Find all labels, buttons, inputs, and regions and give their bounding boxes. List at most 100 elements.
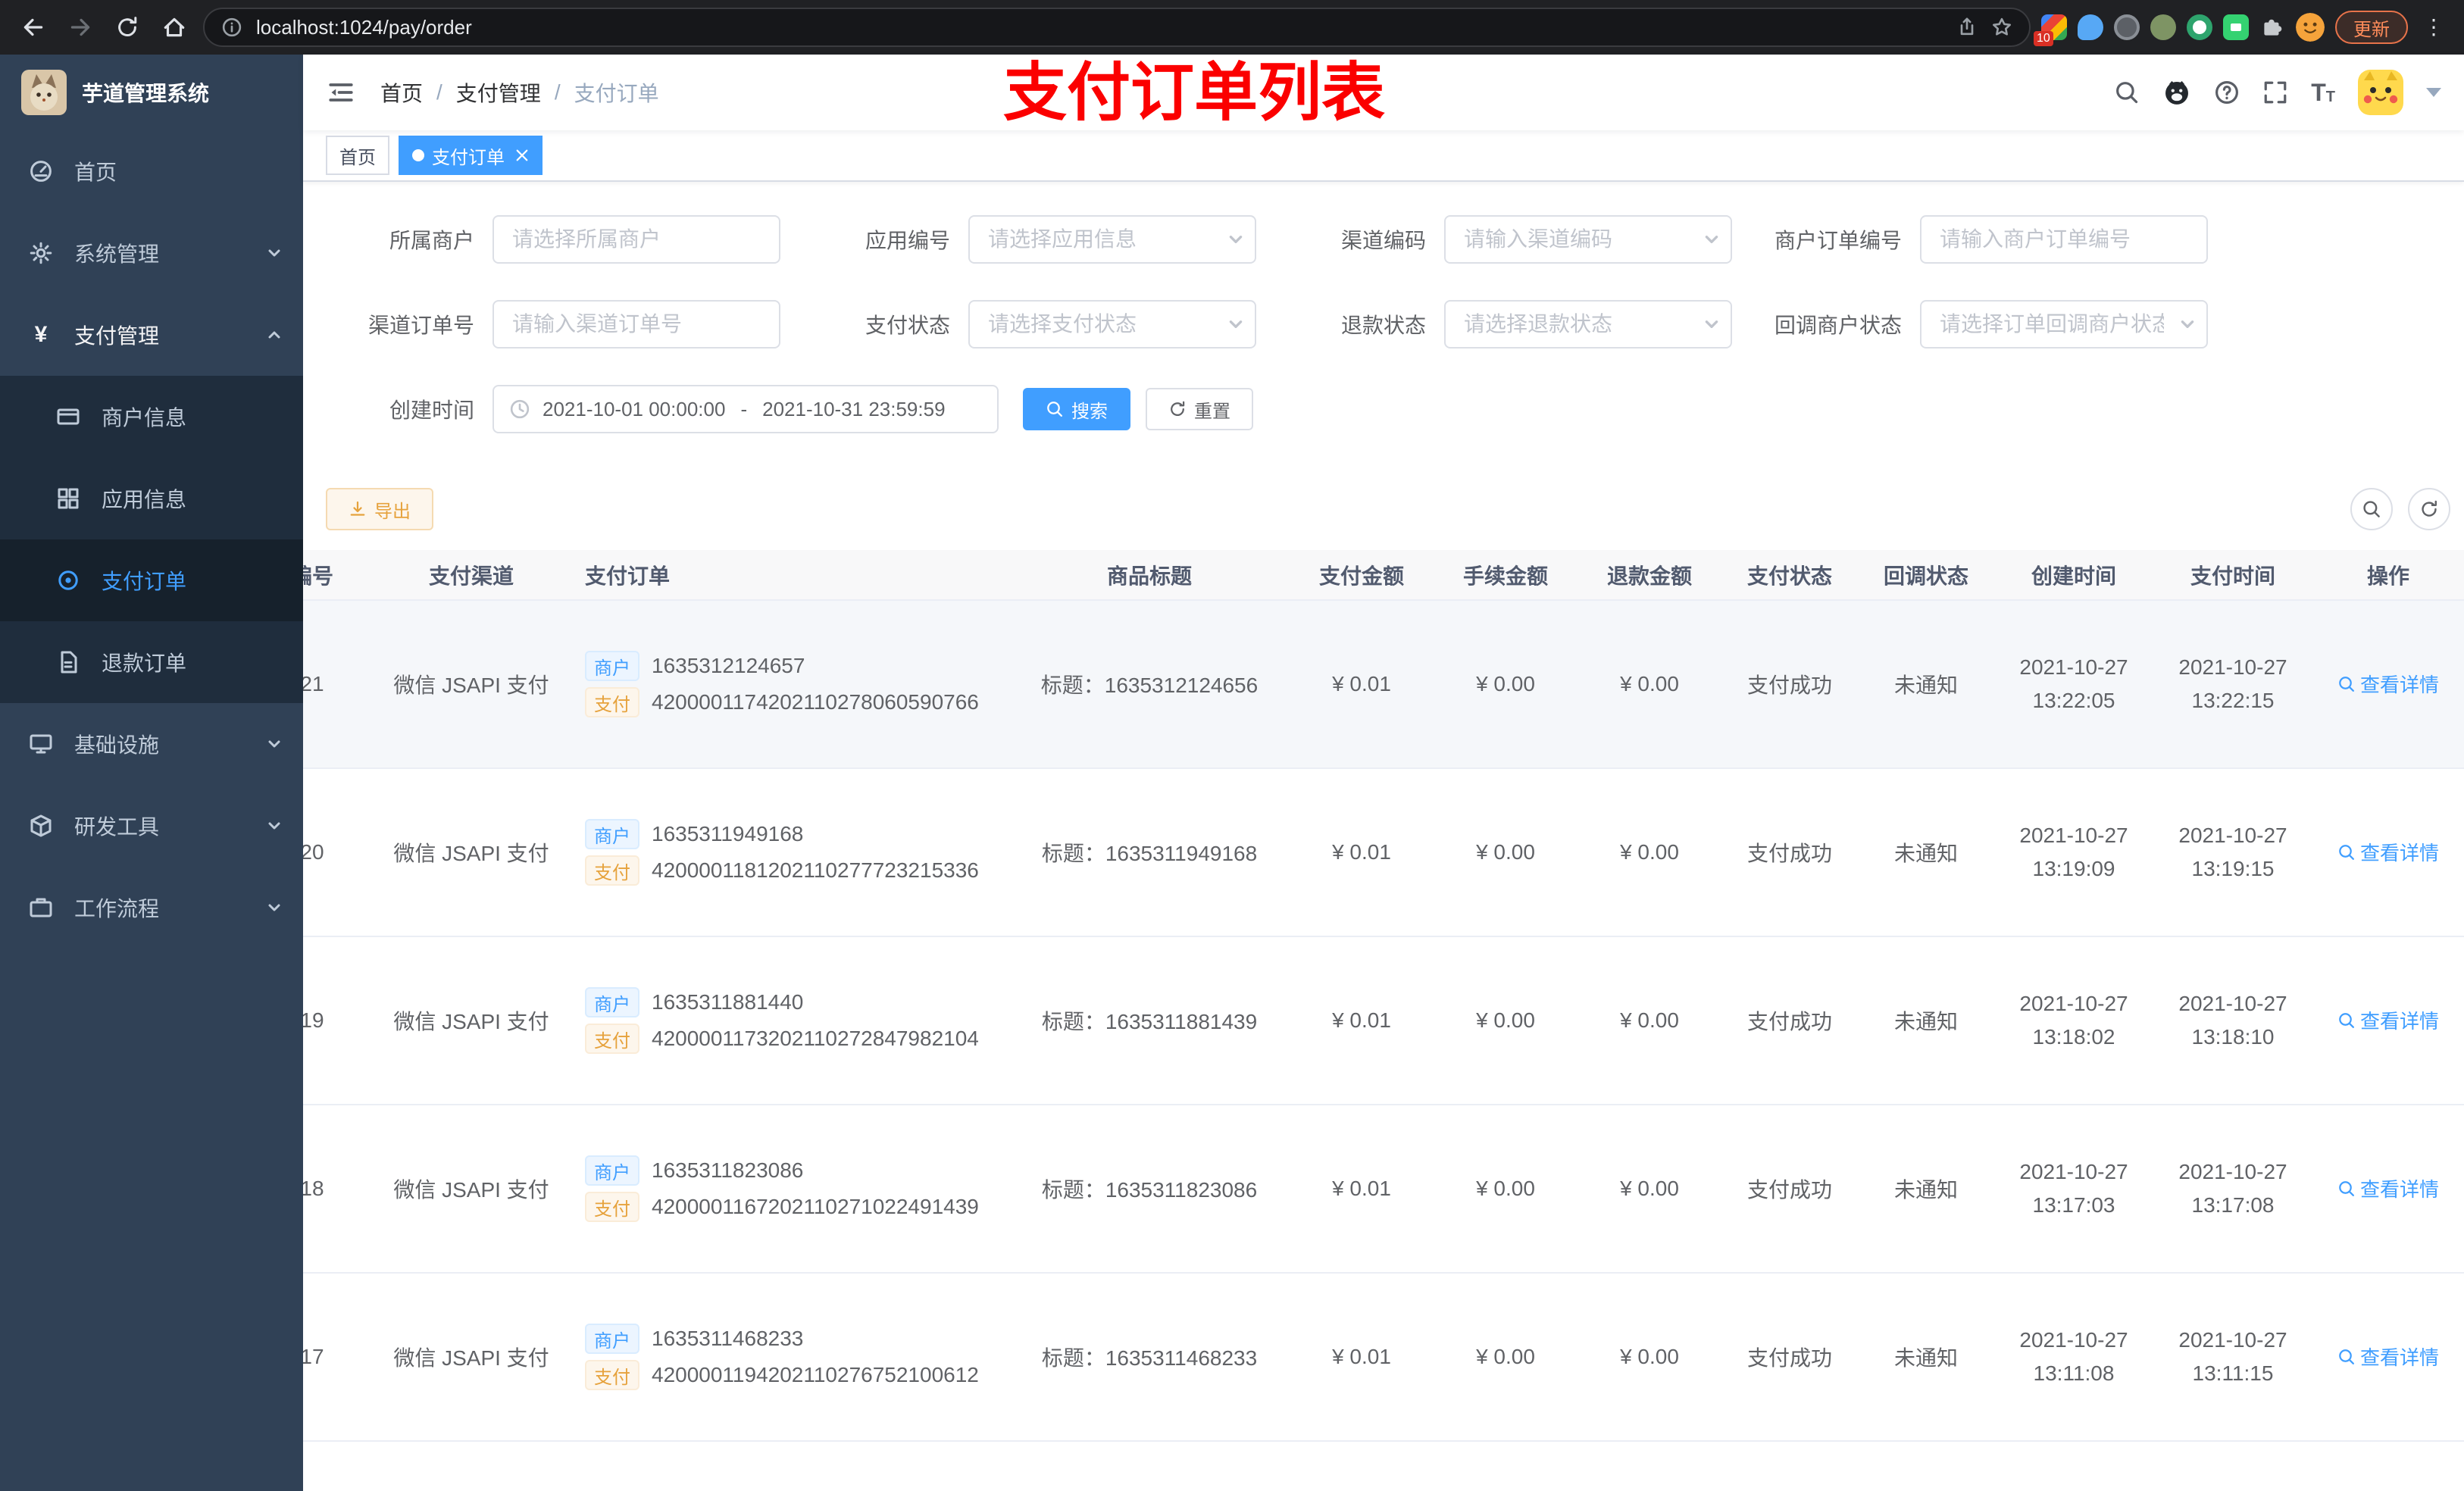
date-range-start: 2021-10-01 00:00:00: [543, 397, 726, 420]
tab-home[interactable]: 首页: [326, 136, 389, 175]
sidebar-item-refund-order[interactable]: 退款订单: [0, 621, 303, 703]
table-row[interactable]: 19 微信 JSAPI 支付 商户 1635311881440 支付 4200001…: [303, 936, 2464, 1105]
pay-channel: 微信 JSAPI 支付: [373, 600, 570, 769]
date-range-separator: -: [740, 397, 748, 420]
pay-amount: ¥ 0.01: [1290, 600, 1434, 769]
extension-icon-3[interactable]: [2114, 14, 2140, 40]
question-icon[interactable]: [2214, 80, 2240, 105]
browser-menu-icon[interactable]: ⋮: [2419, 17, 2449, 38]
filter-label-callback-status: 回调商户状态: [1774, 314, 1902, 337]
breadcrumb-payment[interactable]: 支付管理: [456, 77, 541, 108]
sidebar-item-label: 应用信息: [102, 488, 187, 511]
payment-submenu: 商户信息 应用信息 支付订单 退款订单: [0, 376, 303, 703]
sidebar-item-workflow[interactable]: 工作流程: [0, 867, 303, 949]
github-icon[interactable]: [2162, 78, 2191, 107]
pay-status-select[interactable]: [968, 300, 1256, 349]
sidebar-item-merchant-info[interactable]: 商户信息: [0, 376, 303, 458]
url-bar[interactable]: localhost:1024/pay/order: [203, 8, 2031, 47]
sidebar-toggle-icon[interactable]: [326, 77, 356, 108]
order-id: 18: [303, 1105, 373, 1274]
extension-icon-5[interactable]: [2187, 14, 2212, 40]
user-menu-caret-icon[interactable]: [2426, 88, 2441, 97]
view-detail-link[interactable]: 查看详情: [2337, 1343, 2439, 1371]
table-row[interactable]: 21 微信 JSAPI 支付 商户 1635312124657 支付 4200001…: [303, 600, 2464, 769]
extension-icon-4[interactable]: [2150, 14, 2176, 40]
table-row[interactable]: 18 微信 JSAPI 支付 商户 1635311823086 支付 4200001…: [303, 1105, 2464, 1274]
view-detail-link[interactable]: 查看详情: [2337, 1174, 2439, 1202]
table-header-row: 编号 支付渠道 支付订单 商品标题 支付金额 手续金额 退款金额 支付状态 回调…: [303, 550, 2464, 601]
pay-time: 13:22:15: [2191, 689, 2275, 712]
sidebar-item-home[interactable]: 首页: [0, 130, 303, 212]
sidebar-item-label: 系统管理: [74, 242, 160, 266]
tab-pay-order[interactable]: 支付订单: [399, 136, 543, 175]
column-header-title: 商品标题: [1009, 550, 1290, 601]
merchant-tag: 商户: [585, 987, 639, 1017]
sidebar-item-system[interactable]: 系统管理: [0, 212, 303, 294]
view-detail-link[interactable]: 查看详情: [2337, 670, 2439, 698]
channel-code-select[interactable]: [1444, 215, 1732, 264]
breadcrumb-home[interactable]: 首页: [380, 77, 423, 108]
reset-button[interactable]: 重置: [1146, 388, 1253, 430]
app-title: 芋道管理系统: [82, 82, 210, 105]
pay-amount: ¥ 0.01: [1290, 768, 1434, 937]
search-button[interactable]: 搜索: [1023, 388, 1130, 430]
view-detail-link[interactable]: 查看详情: [2337, 838, 2439, 866]
home-icon[interactable]: [156, 9, 192, 45]
site-info-icon[interactable]: [221, 17, 242, 38]
tab-close-icon[interactable]: [515, 148, 529, 162]
toggle-search-icon[interactable]: [2350, 488, 2393, 530]
user-avatar[interactable]: [2358, 70, 2403, 115]
table-row[interactable]: 商户16353115786 支付: [303, 1441, 2464, 1491]
extension-icon-2[interactable]: [2078, 14, 2103, 40]
search-icon[interactable]: [2114, 80, 2140, 105]
update-button[interactable]: 更新: [2335, 11, 2408, 44]
refund-status-select[interactable]: [1444, 300, 1732, 349]
sidebar-item-app-info[interactable]: 应用信息: [0, 458, 303, 539]
extensions-puzzle-icon[interactable]: [2259, 14, 2285, 40]
sidebar-item-dev-tools[interactable]: 研发工具: [0, 785, 303, 867]
extension-icon-1[interactable]: 10: [2034, 14, 2067, 46]
callback-status-select[interactable]: [1920, 300, 2208, 349]
column-header-create-time: 创建时间: [1994, 550, 2153, 601]
app-select[interactable]: [968, 215, 1256, 264]
pay-tag: 支付: [585, 1192, 639, 1222]
sidebar-item-label: 首页: [74, 161, 117, 184]
pay-status: 支付成功: [1721, 1273, 1858, 1442]
create-time-range-picker[interactable]: 2021-10-01 00:00:00 - 2021-10-31 23:59:5…: [492, 385, 999, 433]
gear-icon: [27, 241, 55, 265]
chevron-down-icon: [267, 245, 282, 261]
filter-label-app: 应用编号: [865, 229, 950, 252]
merchant-order-no: 1635311949168: [652, 822, 804, 846]
forward-icon[interactable]: [62, 9, 98, 45]
create-time: 13:11:08: [2033, 1361, 2115, 1385]
column-header-id: 编号: [303, 550, 373, 601]
font-size-icon[interactable]: TT: [2311, 80, 2335, 105]
app-logo[interactable]: 芋道管理系统: [0, 55, 303, 130]
channel-order-no-input[interactable]: [492, 300, 780, 349]
sidebar-item-pay-order[interactable]: 支付订单: [0, 539, 303, 621]
sidebar-item-infrastructure[interactable]: 基础设施: [0, 703, 303, 785]
back-icon[interactable]: [15, 9, 52, 45]
create-time: 13:18:02: [2032, 1025, 2115, 1049]
reload-icon[interactable]: [109, 9, 145, 45]
table-row[interactable]: 17 微信 JSAPI 支付 商户 1635311468233 支付 4200001…: [303, 1273, 2464, 1442]
export-button[interactable]: 导出: [326, 488, 433, 530]
browser-profile-avatar[interactable]: [2296, 13, 2325, 42]
product-title: 标题：1635311881439: [1009, 936, 1290, 1105]
fullscreen-icon[interactable]: [2262, 80, 2288, 105]
merchant-order-no: 1635311468233: [652, 1327, 804, 1350]
merchant-select[interactable]: [492, 215, 780, 264]
bookmark-star-icon[interactable]: [1991, 17, 2012, 38]
table-row[interactable]: 20 微信 JSAPI 支付 商户 1635311949168 支付 4200001…: [303, 768, 2464, 937]
create-time: 13:17:03: [2032, 1193, 2115, 1217]
merchant-order-no-input[interactable]: [1920, 215, 2208, 264]
view-detail-link[interactable]: 查看详情: [2337, 1006, 2439, 1034]
clock-icon: [509, 399, 530, 420]
share-icon[interactable]: [1956, 17, 1978, 38]
column-header-fee: 手续金额: [1434, 550, 1578, 601]
refresh-icon[interactable]: [2408, 488, 2450, 530]
extension-icon-6[interactable]: [2223, 14, 2249, 40]
sidebar-item-payment[interactable]: ¥ 支付管理: [0, 294, 303, 376]
dashboard-icon: [27, 159, 55, 183]
filter-label-channel-order-no: 渠道订单号: [367, 314, 474, 337]
